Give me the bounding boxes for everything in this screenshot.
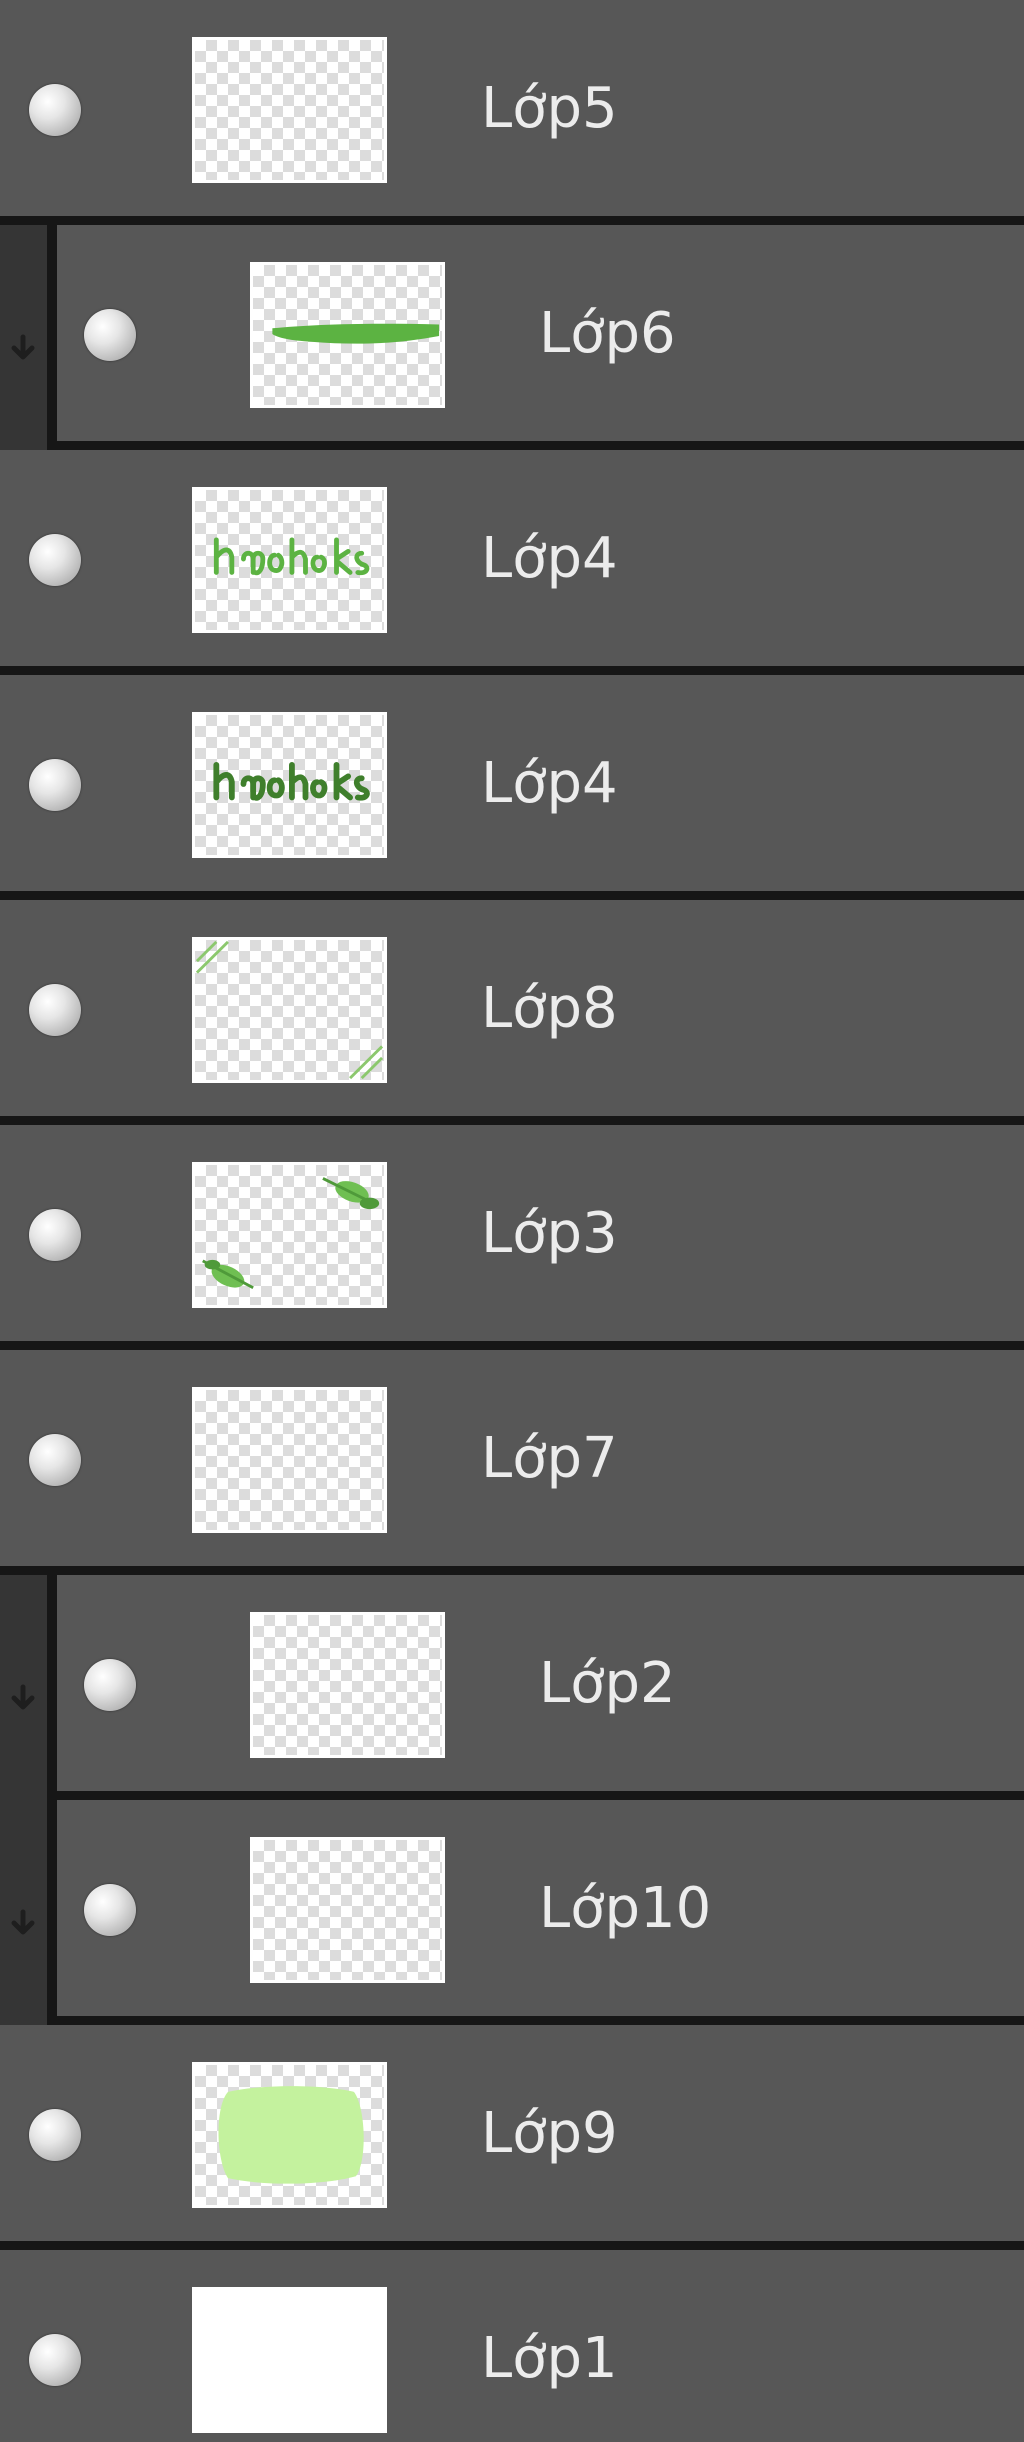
clipping-indicator: [0, 1800, 52, 2025]
visibility-dot-icon[interactable]: [84, 1884, 136, 1936]
layer-thumbnail: [192, 1387, 387, 1533]
clip-arrow-down-icon: [11, 1909, 35, 1935]
layer-row-body[interactable]: Lớp4: [0, 450, 1024, 666]
clipping-indicator: [0, 225, 52, 450]
layer-thumbnail: [192, 1162, 387, 1308]
clipping-indicator: [0, 1575, 52, 1800]
visibility-dot-icon[interactable]: [29, 1434, 81, 1486]
visibility-dot-icon[interactable]: [29, 984, 81, 1036]
layer-thumbnail: [192, 487, 387, 633]
layer-row-body[interactable]: Lớp6: [57, 225, 1024, 441]
layer-name: Lớp1: [481, 2326, 618, 2391]
visibility-dot-icon[interactable]: [29, 84, 81, 136]
brush-stroke-thumbnail-icon: [272, 323, 440, 344]
visibility-dot-icon[interactable]: [29, 759, 81, 811]
layer-name: Lớp7: [481, 1426, 618, 1491]
layer-name: Lớp4: [481, 526, 618, 591]
layer-row-body[interactable]: Lớp8: [0, 900, 1024, 1116]
layer-name: Lớp3: [481, 1201, 618, 1266]
layer-row[interactable]: Lớp6: [0, 225, 1024, 450]
clip-arrow-down-icon: [11, 1684, 35, 1710]
script-text-thumbnail-icon: [213, 537, 370, 576]
layer-name: Lớp5: [481, 76, 618, 141]
layer-name: Lớp6: [539, 301, 676, 366]
visibility-dot-icon[interactable]: [29, 1209, 81, 1261]
layer-row-body[interactable]: Lớp7: [0, 1350, 1024, 1566]
corner-leaves-thumbnail-icon: [202, 1177, 380, 1290]
visibility-dot-icon[interactable]: [29, 2334, 81, 2386]
layer-thumbnail: [250, 1837, 445, 1983]
layer-row[interactable]: Lớp3: [0, 1125, 1024, 1350]
layer-thumbnail: [250, 1612, 445, 1758]
layer-row-body[interactable]: Lớp4: [0, 675, 1024, 891]
layer-name: Lớp4: [481, 751, 618, 816]
layer-name: Lớp9: [481, 2101, 618, 2166]
layer-name: Lớp2: [539, 1651, 676, 1716]
visibility-dot-icon[interactable]: [84, 1659, 136, 1711]
script-text-thumbnail-icon: [213, 761, 370, 801]
layer-row-body[interactable]: Lớp2: [57, 1575, 1024, 1791]
layer-row-body[interactable]: Lớp10: [57, 1800, 1024, 2016]
green-blob-thumbnail-icon: [218, 2086, 364, 2184]
layer-row[interactable]: Lớp1: [0, 2250, 1024, 2442]
layer-thumbnail: [192, 2287, 387, 2433]
layer-name: Lớp10: [539, 1876, 712, 1941]
layer-row-body[interactable]: Lớp3: [0, 1125, 1024, 1341]
layer-row[interactable]: Lớp4: [0, 450, 1024, 675]
layer-row[interactable]: Lớp8: [0, 900, 1024, 1125]
layer-row[interactable]: Lớp9: [0, 2025, 1024, 2250]
layer-thumbnail: [192, 712, 387, 858]
clip-arrow-down-icon: [11, 334, 35, 360]
layer-thumbnail: [192, 937, 387, 1083]
visibility-dot-icon[interactable]: [29, 534, 81, 586]
layer-row[interactable]: Lớp7: [0, 1350, 1024, 1575]
layer-row[interactable]: Lớp10: [0, 1800, 1024, 2025]
layer-row-body[interactable]: Lớp9: [0, 2025, 1024, 2241]
layer-row[interactable]: Lớp5: [0, 0, 1024, 225]
layer-name: Lớp8: [481, 976, 618, 1041]
visibility-dot-icon[interactable]: [29, 2109, 81, 2161]
visibility-dot-icon[interactable]: [84, 309, 136, 361]
layer-row[interactable]: Lớp4: [0, 675, 1024, 900]
layer-thumbnail: [192, 37, 387, 183]
layer-thumbnail: [192, 2062, 387, 2208]
layer-row-body[interactable]: Lớp1: [0, 2250, 1024, 2442]
layer-thumbnail: [250, 262, 445, 408]
layer-row[interactable]: Lớp2: [0, 1575, 1024, 1800]
layer-row-body[interactable]: Lớp5: [0, 0, 1024, 216]
corner-lines-thumbnail-icon: [195, 940, 384, 1080]
layers-panel: Lớp5 Lớp6 Lớp4 Lớp4 Lớp8 Lớp3 Lớp7 Lớp2 …: [0, 0, 1024, 2442]
